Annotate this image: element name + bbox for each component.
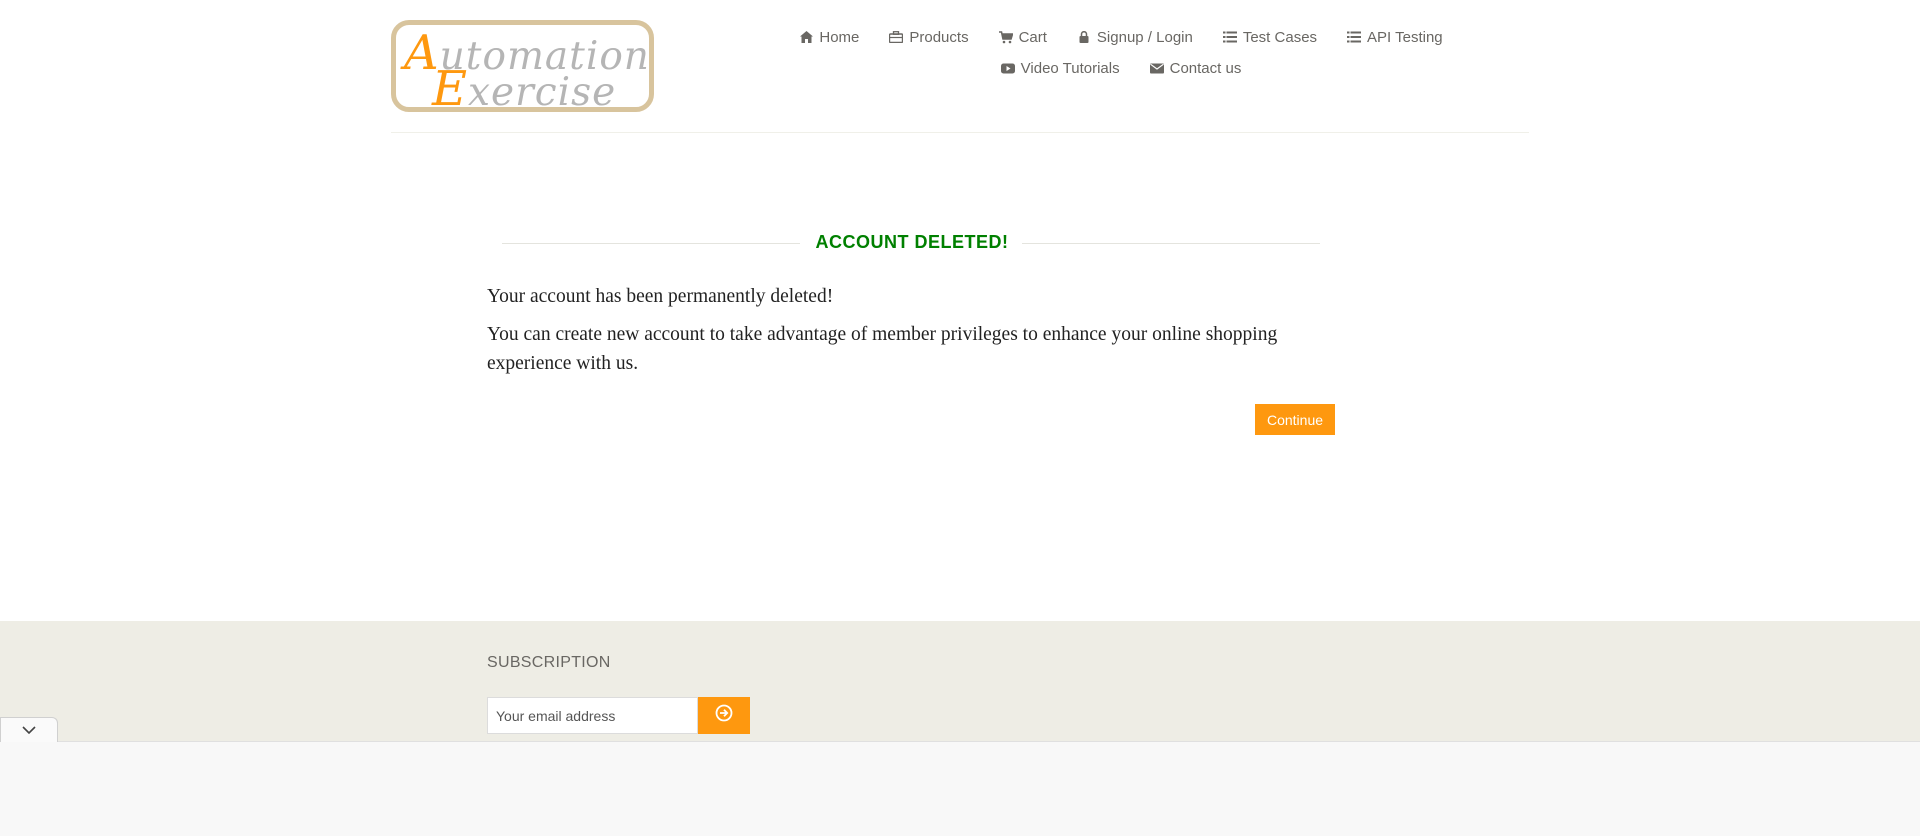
site-header: Automation Exercise Home Products Cart S… [391,0,1529,133]
nav-products[interactable]: Products [874,28,983,46]
nav-api-testing-label: API Testing [1367,28,1443,46]
nav-cart[interactable]: Cart [984,28,1062,46]
page-title: ACCOUNT DELETED! [815,232,1009,252]
site-footer [0,621,1920,741]
cart-icon [998,30,1013,44]
continue-button[interactable]: Continue [1255,404,1335,435]
briefcase-icon [889,30,904,44]
subscription-title: SUBSCRIPTION [487,654,611,671]
nav-home[interactable]: Home [784,28,874,46]
nav-test-cases-label: Test Cases [1242,28,1318,46]
page: Automation Exercise Home Products Cart S… [0,0,1920,836]
youtube-icon [1000,61,1015,75]
list-icon [1222,30,1237,44]
home-icon [799,30,813,44]
title-divider-left [502,243,800,244]
lock-icon [1077,30,1091,44]
site-logo[interactable]: Automation Exercise [391,20,654,117]
list-icon [1347,30,1362,44]
info-message: You can create new account to take advan… [487,324,1278,374]
collapse-ad-button[interactable] [0,717,58,742]
bottom-ad-bar [0,741,1920,836]
nav-cart-label: Cart [1018,28,1047,46]
nav-products-label: Products [909,28,969,46]
deleted-message: Your account has been permanently delete… [487,286,834,307]
title-divider-right [1022,243,1320,244]
nav-signup-login-label: Signup / Login [1096,28,1193,46]
nav-contact-us[interactable]: Contact us [1135,59,1257,77]
nav-video-tutorials[interactable]: Video Tutorials [986,59,1135,77]
chevron-down-icon [22,721,36,739]
envelope-icon [1149,61,1164,75]
subscription-email-input[interactable] [487,697,698,734]
nav-signup-login[interactable]: Signup / Login [1062,28,1208,46]
nav-test-cases[interactable]: Test Cases [1208,28,1332,46]
nav-row-2: Video Tutorials Contact us [791,59,1451,77]
nav-contact-us-label: Contact us [1169,59,1242,77]
nav-home-label: Home [819,28,860,46]
nav-api-testing[interactable]: API Testing [1332,28,1458,46]
nav-row-1: Home Products Cart Signup / Login Test C… [791,28,1451,46]
arrow-circle-right-icon [715,704,733,727]
title-section: ACCOUNT DELETED! [502,230,1320,258]
nav-video-tutorials-label: Video Tutorials [1020,59,1120,77]
main-nav: Home Products Cart Signup / Login Test C… [791,28,1451,90]
logo-line-2: Exercise [432,61,617,117]
subscribe-button[interactable] [698,697,750,734]
